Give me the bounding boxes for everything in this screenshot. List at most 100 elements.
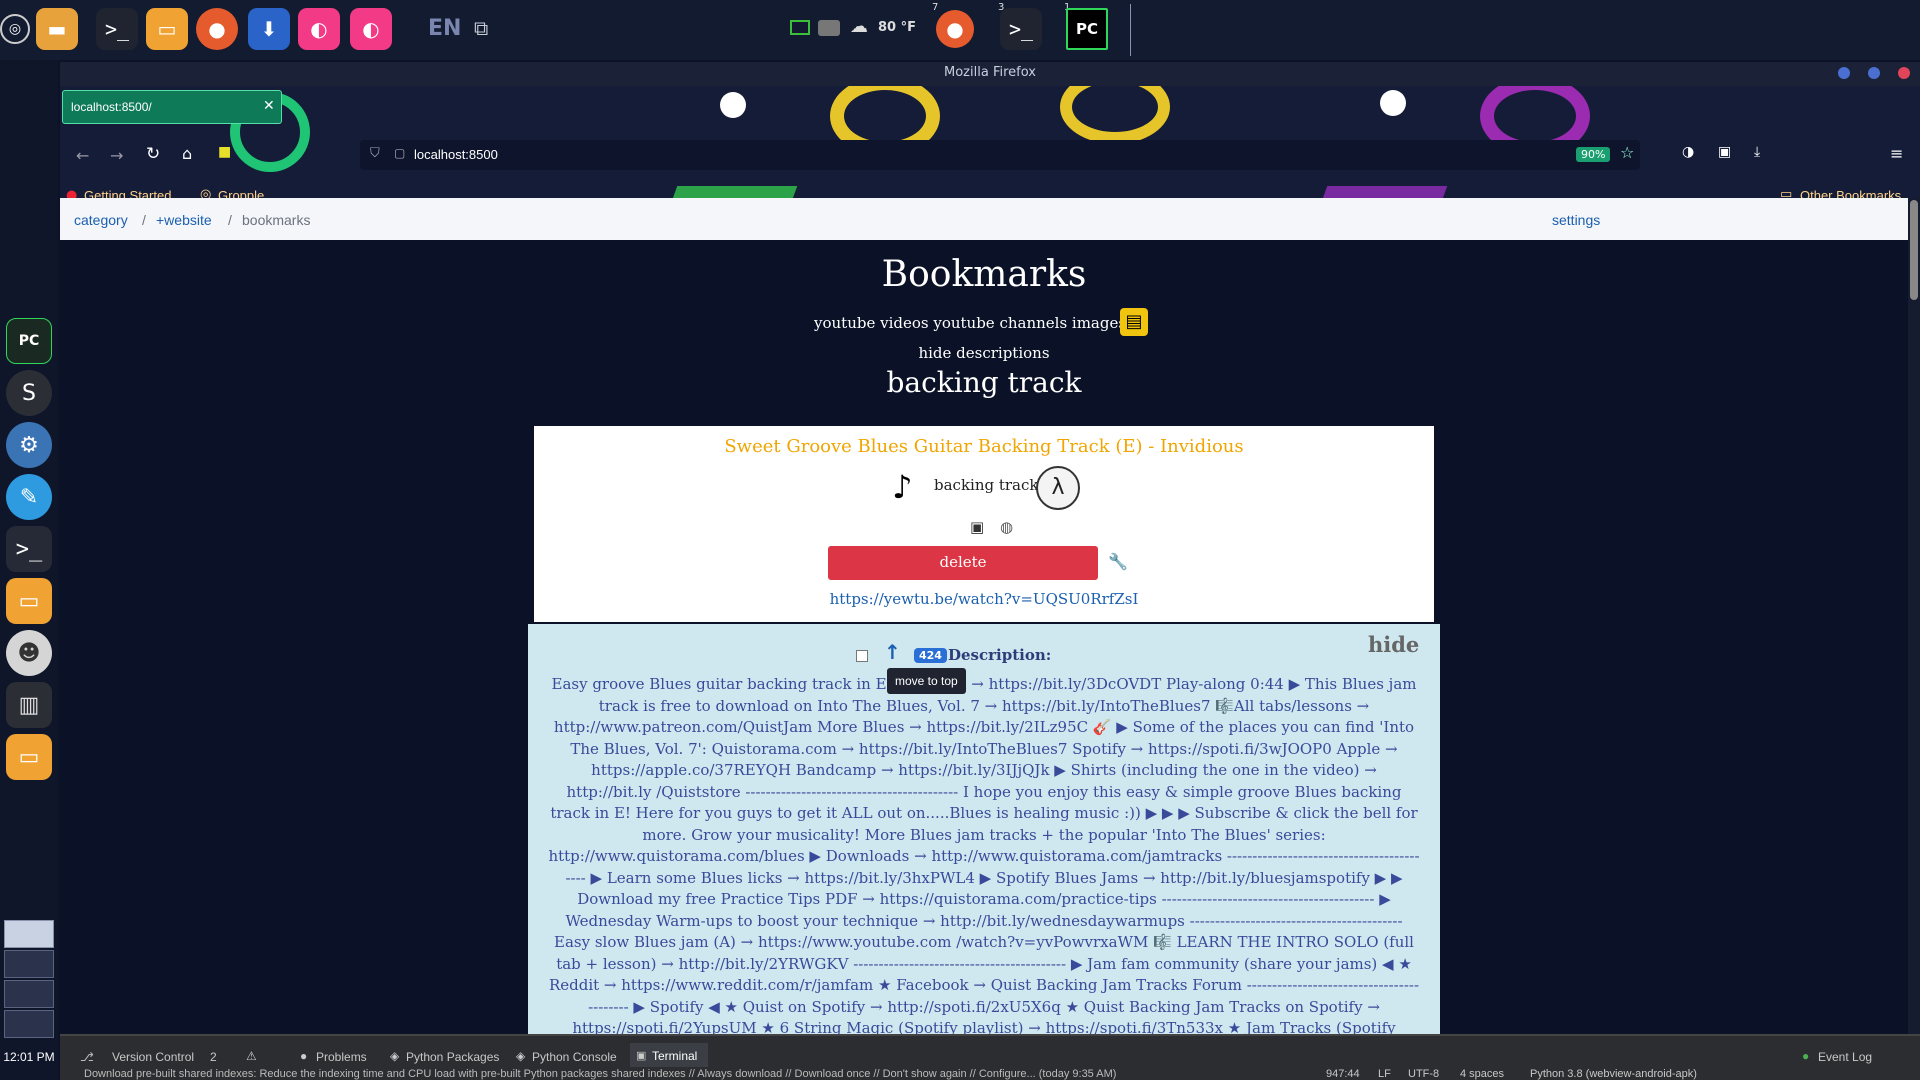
theme-ring-3 [1060,86,1170,144]
clock[interactable]: 12:01 PM [0,1050,58,1064]
pycharm-task-icon[interactable]: PC [1066,8,1108,50]
files-dock-icon[interactable]: ▭ [6,734,52,780]
home-icon[interactable]: ⌂ [182,144,192,163]
tool-version-control[interactable]: Version Control [112,1050,194,1064]
hide-link[interactable]: hide [1368,632,1419,657]
firefox-window-count: 7 [932,2,939,13]
folder-dock-icon[interactable]: ▭ [6,578,52,624]
terminal-dock-icon[interactable]: >_ [6,526,52,572]
tab-active[interactable]: localhost:8500/ ✕ [62,90,282,124]
tool-problems[interactable]: Problems [316,1050,367,1064]
globe-action-icon[interactable]: ◍ [1000,518,1013,536]
python-icon[interactable]: ⚙ [6,422,52,468]
tooltip: move to top [887,668,966,694]
store-icon[interactable]: ◐ [298,8,340,50]
workspace-4[interactable] [4,1010,54,1038]
tool-python-console[interactable]: Python Console [532,1050,617,1064]
theme-dot [720,92,746,118]
pycharm-icon[interactable]: PC [6,318,52,364]
event-log[interactable]: Event Log [1818,1050,1872,1064]
breadcrumb: category / +website / bookmarks settings [60,198,1908,240]
files-icon[interactable]: ▬ [36,8,78,50]
line-separator[interactable]: LF [1378,1068,1391,1080]
pocket-icon[interactable]: ◑ [1682,144,1694,160]
workspace-1[interactable] [4,920,54,948]
breadcrumb-website[interactable]: +website [156,212,212,228]
extension-icon[interactable]: ■ [218,144,231,160]
monitor-icon[interactable] [790,20,810,35]
bookmark-tag[interactable]: backing track [934,476,1039,494]
left-dock: PC S ⚙ ✎ >_ ▭ ☻ ▥ ▭ 12:01 PM [0,60,58,1080]
zoom-indicator[interactable]: 90% [1576,147,1611,162]
maximize-button[interactable] [1868,67,1880,79]
extension-icon-2[interactable]: ▣ [1718,144,1731,160]
shield-icon[interactable]: ⛉ [370,146,380,161]
store-icon-2[interactable]: ◐ [350,8,392,50]
settings-link[interactable]: settings [1552,212,1600,228]
download-icon[interactable]: ⤓ [1754,144,1760,160]
file-encoding[interactable]: UTF-8 [1408,1068,1439,1080]
console-icon: ◈ [516,1049,526,1063]
clipboard-icon[interactable]: ▣ [970,518,984,536]
indent-setting[interactable]: 4 spaces [1460,1068,1504,1080]
top-panel: ◎ ▬ >_ ▭ ● ⬇ ◐ ◐ EN ⧉ ☁ 80 °F 7 ● 3 >_ 1… [0,0,1920,60]
sublime-icon[interactable]: S [6,370,52,416]
firefox-icon[interactable]: ● [196,8,238,50]
scrollbar[interactable] [1908,198,1920,1034]
mint-menu-icon[interactable]: ◎ [0,14,30,44]
caret-position[interactable]: 947:44 [1326,1068,1360,1080]
status-message[interactable]: Download pre-built shared indexes: Reduc… [84,1068,1264,1080]
forward-icon[interactable]: → [110,146,123,165]
firefox-task-icon[interactable]: ● [936,10,974,48]
ide-horizontal-scrollbar[interactable] [60,1034,1920,1036]
firefox-window: Mozilla Firefox localhost:8500/ ✕ ← → ↻ … [60,62,1920,1034]
wrench-icon[interactable]: 🔧 [1108,552,1128,571]
breadcrumb-bookmarks: bookmarks [242,212,311,228]
minimize-button[interactable] [1838,67,1850,79]
windows-icon[interactable]: ⧉ [474,16,488,40]
lambda-icon[interactable]: λ [1036,466,1080,510]
sunglasses-icon[interactable]: ☻ [6,630,52,676]
workspace-3[interactable] [4,980,54,1008]
workspace-2[interactable] [4,950,54,978]
terminal-task-icon[interactable]: >_ [1000,8,1042,50]
download-manager-icon[interactable]: ⬇ [248,8,290,50]
music-note-icon: ♪ [892,468,913,506]
menu-icon[interactable]: ≡ [1890,144,1903,163]
url-text[interactable]: localhost:8500 [414,147,498,162]
folder-icon[interactable]: ▭ [146,8,188,50]
bookmark-title[interactable]: Sweet Groove Blues Guitar Backing Track … [534,436,1434,457]
select-checkbox[interactable] [856,650,868,662]
terminal-tab[interactable]: ▣ Terminal [630,1043,708,1067]
camera-icon[interactable] [818,20,840,36]
breadcrumb-separator-2: / [228,212,232,228]
delete-button[interactable]: delete [828,546,1098,580]
breadcrumb-category[interactable]: category [74,212,128,228]
move-to-top-icon[interactable]: ↑ [884,640,901,664]
hide-descriptions-link[interactable]: hide descriptions [60,344,1908,362]
feather-icon[interactable]: ✎ [6,474,52,520]
view-count-badge: 424 [914,648,947,663]
book-icon[interactable]: ▥ [6,682,52,728]
reload-icon[interactable]: ↻ [146,144,160,164]
url-bar[interactable]: ⛉ ▢ localhost:8500 90% ☆ [360,140,1640,170]
back-icon[interactable]: ← [76,146,89,165]
bookmark-url[interactable]: https://yewtu.be/watch?v=UQSU0RrfZsI [534,590,1434,608]
ide-tool-window-bar: ⎇ Version Control 2 ⚠ ● Problems ◈ Pytho… [60,1034,1920,1080]
list-view-icon[interactable]: ▤ [1120,308,1148,336]
problems-icon: ● [300,1049,308,1063]
terminal-icon[interactable]: >_ [96,8,138,50]
close-window-button[interactable] [1898,67,1910,79]
keyboard-layout[interactable]: EN [428,16,461,41]
weather-icon: ☁ [850,16,868,37]
event-log-icon: ● [1802,1049,1810,1063]
lock-icon: ▢ [394,146,406,160]
window-title: Mozilla Firefox [60,62,1920,86]
bookmark-star-icon[interactable]: ☆ [1620,143,1634,162]
bookmark-card: Sweet Groove Blues Guitar Backing Track … [534,426,1434,622]
close-tab-icon[interactable]: ✕ [263,98,275,114]
scrollbar-thumb[interactable] [1910,200,1918,300]
tool-python-packages[interactable]: Python Packages [406,1050,499,1064]
python-interpreter[interactable]: Python 3.8 (webview-android-apk) [1530,1068,1697,1080]
filter-links[interactable]: youtube videos youtube channels images [814,314,1126,332]
